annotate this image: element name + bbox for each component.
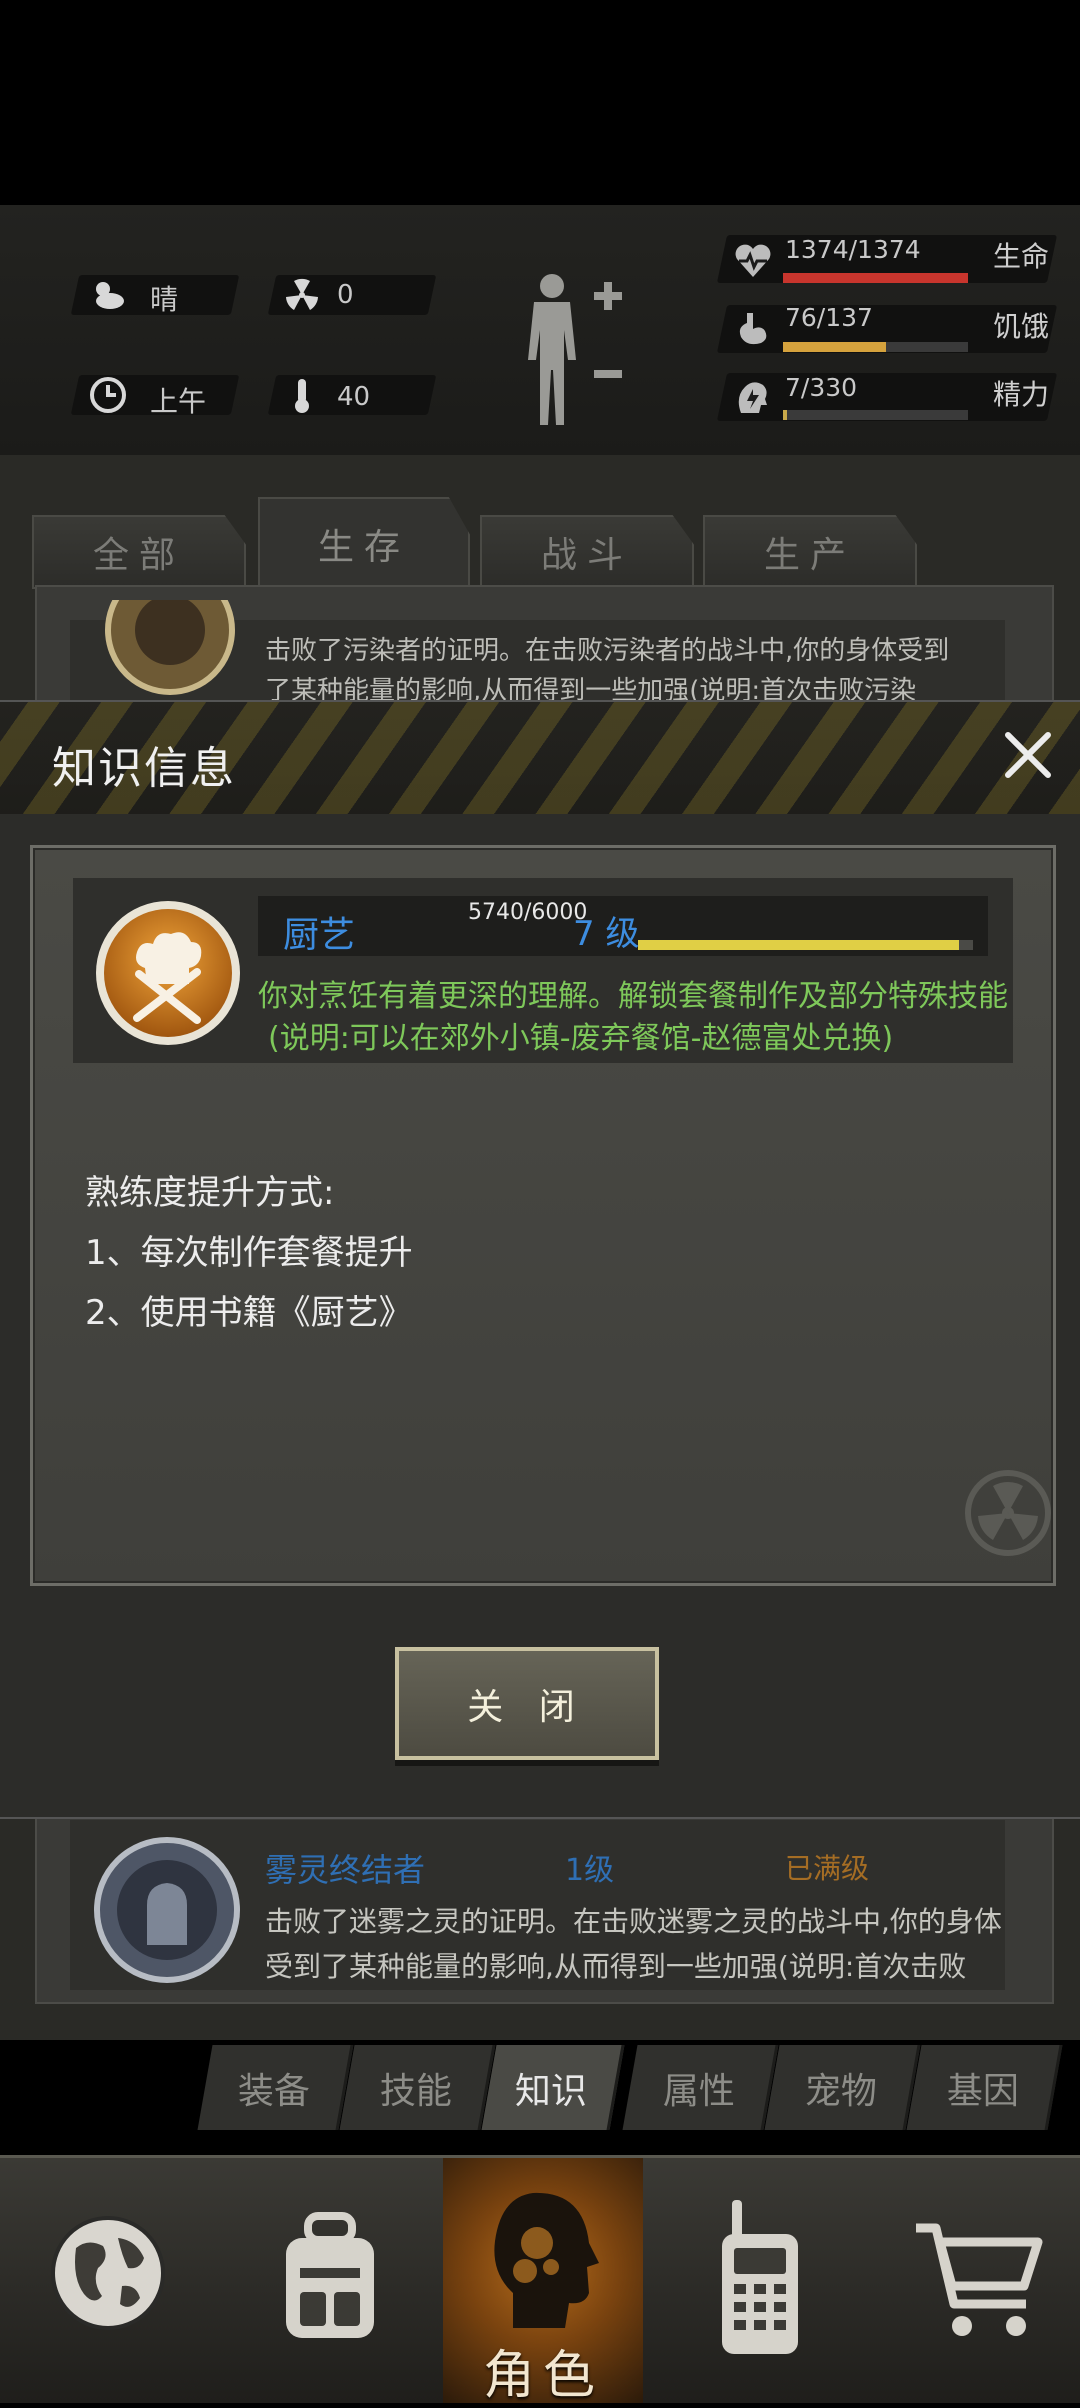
body-status-icon[interactable] <box>520 270 625 430</box>
close-button[interactable]: 关 闭 <box>395 1647 659 1760</box>
xp-bar <box>638 940 973 950</box>
close-icon[interactable] <box>1000 727 1056 783</box>
modal-content: 厨艺 7 级 5740/6000 你对烹饪有着更深的理解。解锁套餐制作及部分特殊… <box>30 845 1056 1586</box>
skill-description-line2: (说明:可以在郊外小镇-废弃餐馆-赵德富处兑换) <box>268 1021 894 1056</box>
health-bar <box>783 273 968 283</box>
energy-bar-fill <box>783 410 787 420</box>
mist-spirit-badge-icon <box>94 1837 240 1983</box>
shopping-cart-icon <box>916 2223 1043 2336</box>
subtab-equipment[interactable]: 装备 <box>197 2045 354 2130</box>
health-label: 生命 <box>993 240 1050 273</box>
tab-combat[interactable]: 战斗 <box>480 515 694 589</box>
status-area: 晴 0 上午 40 1374/1374 生命 76/137 饥饿 7/330 精… <box>0 205 1080 455</box>
item-desc-line1: 击败了污染者的证明。在击败污染者的战斗中,你的身体受到 <box>265 636 950 666</box>
chef-hat-utensils-icon <box>96 901 240 1045</box>
energy-value: 7/330 <box>785 373 858 402</box>
radiation-watermark-icon <box>965 1470 1051 1556</box>
item-desc-line2: 受到了某种能量的影响,从而得到一些加强(说明:首次击败 <box>265 1950 967 1983</box>
hunger-bar-fill <box>783 342 886 352</box>
subtab-attributes[interactable]: 属性 <box>622 2045 779 2130</box>
tab-all[interactable]: 全部 <box>32 515 246 589</box>
sun-cloud-icon <box>96 282 124 309</box>
temperature-value: 40 <box>337 382 371 412</box>
nav-world[interactable] <box>0 2158 216 2403</box>
bottom-nav: 角色 <box>0 2155 1080 2406</box>
polluter-badge-icon <box>105 600 235 695</box>
health-value: 1374/1374 <box>785 235 921 264</box>
item-level: 1级 <box>565 1853 615 1888</box>
health-bar-fill <box>783 273 968 283</box>
heart-icon <box>735 244 771 277</box>
nav-backpack[interactable] <box>220 2158 435 2403</box>
subtab-knowledge[interactable]: 知识 <box>481 2045 625 2130</box>
walkie-talkie-icon <box>722 2200 798 2354</box>
knowledge-info-modal: 知识信息 厨艺 7 级 5740/6000 你对烹饪有着更深的理解。解锁套餐制作… <box>0 700 1080 1819</box>
item-desc-line1: 击败了迷雾之灵的证明。在击败迷雾之灵的战斗中,你的身体 <box>265 1905 1002 1938</box>
hunger-bar <box>783 342 968 352</box>
stomach-icon <box>739 313 767 345</box>
radiation-value: 0 <box>337 280 354 310</box>
subtab-skills[interactable]: 技能 <box>339 2045 496 2130</box>
nav-shop[interactable] <box>870 2158 1080 2403</box>
modal-title: 知识信息 <box>52 743 236 794</box>
energy-bar <box>783 410 968 420</box>
hunger-label: 饥饿 <box>993 310 1050 343</box>
xp-bar-fill <box>638 940 959 950</box>
character-head-icon <box>494 2192 599 2328</box>
skill-description-line1: 你对烹饪有着更深的理解。解锁套餐制作及部分特殊技能 <box>258 979 1008 1014</box>
xp-text: 5740/6000 <box>468 900 588 925</box>
method-item: 2、使用书籍《厨艺》 <box>85 1293 413 1333</box>
radiation-icon <box>286 278 318 310</box>
item-name: 雾灵终结者 <box>265 1851 426 1889</box>
weather-text: 晴 <box>150 283 179 316</box>
clock-icon <box>90 377 126 413</box>
subtab-genes[interactable]: 基因 <box>906 2045 1063 2130</box>
nav-character-label: 角色 <box>482 2346 603 2406</box>
method-item: 1、每次制作套餐提升 <box>85 1233 413 1273</box>
globe-icon <box>51 2216 165 2330</box>
tab-survival[interactable]: 生存 <box>258 497 470 591</box>
subtab-pets[interactable]: 宠物 <box>764 2045 921 2130</box>
thermometer-icon <box>295 379 309 413</box>
energy-icon <box>738 382 767 413</box>
backpack-icon <box>286 2212 374 2338</box>
methods-title: 熟练度提升方式: <box>85 1173 335 1213</box>
energy-label: 精力 <box>993 378 1050 411</box>
list-item[interactable]: 雾灵终结者 1级 已满级 击败了迷雾之灵的证明。在击败迷雾之灵的战斗中,你的身体… <box>70 1820 1005 1990</box>
nav-radio[interactable] <box>650 2158 865 2403</box>
tab-production[interactable]: 生产 <box>703 515 917 589</box>
nav-character[interactable]: 角色 <box>443 2158 643 2406</box>
time-text: 上午 <box>150 385 207 418</box>
item-status: 已满级 <box>785 1852 870 1885</box>
hunger-value: 76/137 <box>785 303 873 332</box>
skill-card: 厨艺 7 级 5740/6000 你对烹饪有着更深的理解。解锁套餐制作及部分特殊… <box>73 878 1013 1063</box>
skill-name: 厨艺 <box>283 915 356 956</box>
list-item[interactable]: 击败了污染者的证明。在击败污染者的战斗中,你的身体受到 了某种能量的影响,从而得… <box>70 600 1005 706</box>
